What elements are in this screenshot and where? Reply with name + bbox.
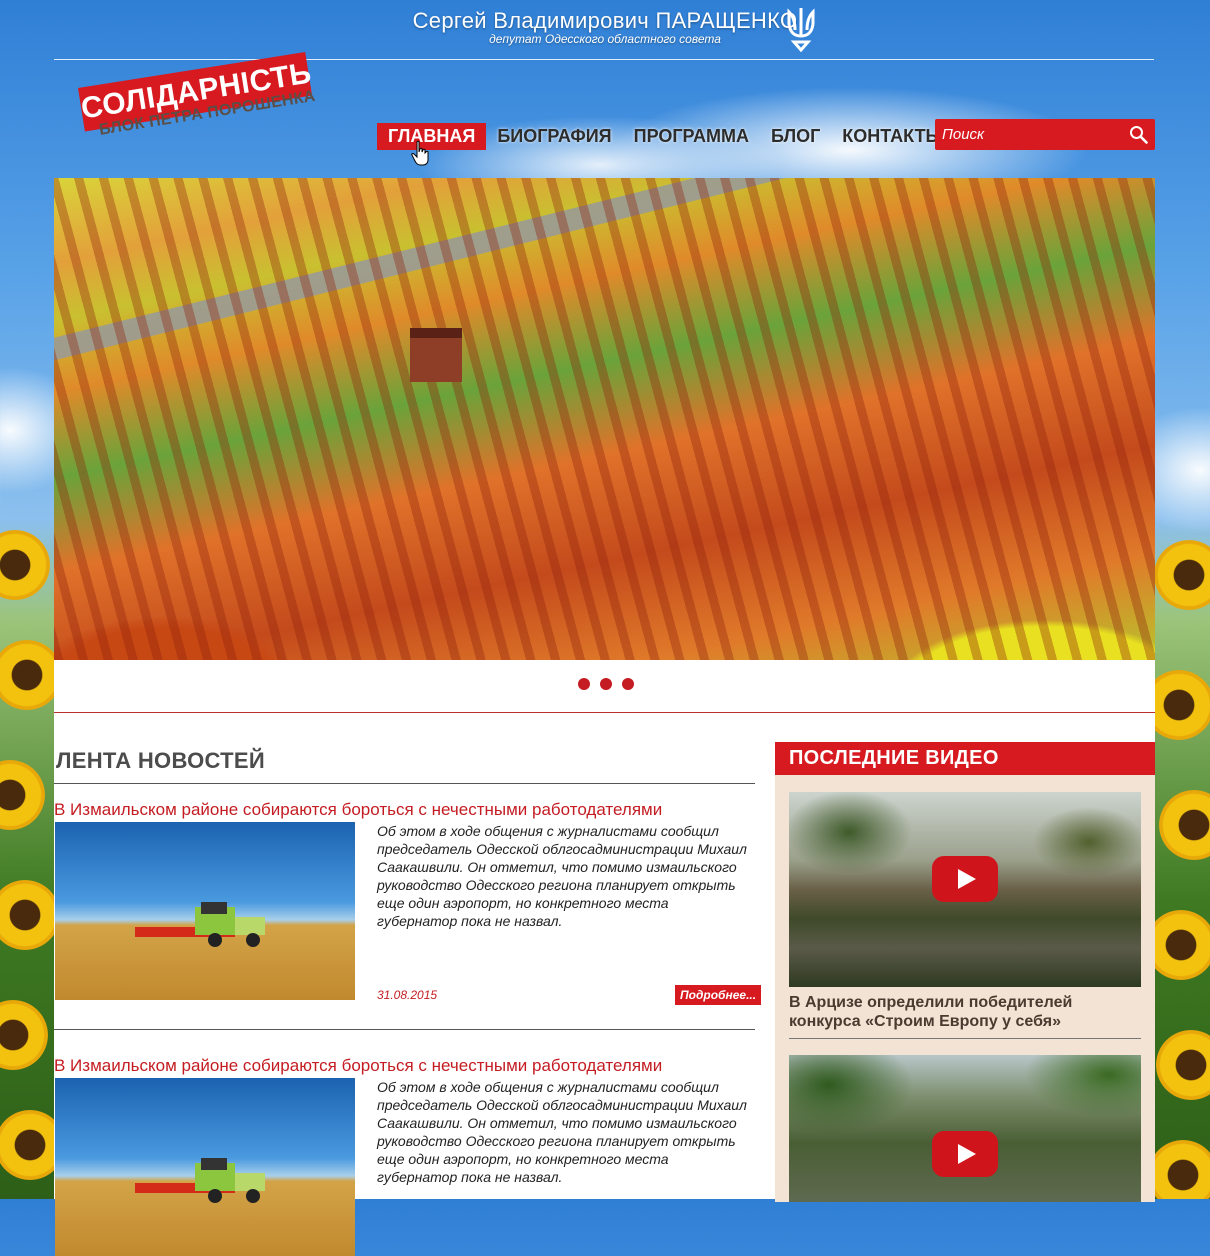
play-icon[interactable] [932, 856, 998, 902]
article-image[interactable] [55, 822, 355, 1000]
videos-heading: ПОСЛЕДНИЕ ВИДЕО [775, 742, 1155, 775]
article-image[interactable] [55, 1078, 355, 1256]
article-text: Об этом в ходе общения с журналистами со… [377, 823, 747, 929]
article-title[interactable]: В Измаильском районе собираются бороться… [54, 1056, 755, 1076]
slider-dots [578, 678, 634, 690]
main-nav: ГЛАВНАЯ БИОГРАФИЯ ПРОГРАММА БЛОГ КОНТАКТ… [377, 123, 954, 150]
video-divider [789, 1038, 1141, 1039]
article-title[interactable]: В Измаильском районе собираются бороться… [54, 800, 755, 820]
article-date: 31.08.2015 [377, 988, 438, 1002]
deputy-name: Сергей Владимирович ПАРАЩЕНКО [412, 8, 798, 33]
search-icon[interactable] [1129, 125, 1148, 144]
deputy-position: депутат Одесского областного совета [489, 32, 721, 46]
main-container: ЛЕНТА НОВОСТЕЙ В Измаильском районе соби… [54, 178, 1155, 1256]
video-item [789, 1055, 1141, 1202]
news-article: В Измаильском районе собираются бороться… [54, 800, 762, 1030]
site-header: Сергей Владимирович ПАРАЩЕНКО депутат Од… [0, 8, 1210, 46]
slider-divider [54, 712, 1155, 713]
nav-item-biography[interactable]: БИОГРАФИЯ [486, 123, 622, 150]
search-box [935, 119, 1155, 150]
news-heading-divider [54, 783, 755, 784]
slider-dot[interactable] [578, 678, 590, 690]
search-input[interactable] [935, 125, 1124, 144]
nav-item-home[interactable]: ГЛАВНАЯ [377, 123, 487, 150]
sunflower-decoration-left [0, 520, 54, 1199]
video-caption[interactable]: В Арцизе определили победителей конкурса… [789, 993, 1141, 1031]
video-item: В Арцизе определили победителей конкурса… [789, 792, 1141, 1039]
article-text: Об этом в ходе общения с журналистами со… [377, 1079, 747, 1185]
trident-icon [787, 8, 815, 52]
article-divider [54, 1029, 755, 1030]
cursor-icon [411, 140, 429, 166]
hero-slider-image[interactable] [54, 178, 1155, 660]
slider-dot[interactable] [600, 678, 612, 690]
videos-sidebar: ПОСЛЕДНИЕ ВИДЕО В Арцизе определили побе… [775, 742, 1155, 1202]
party-logo[interactable]: СОЛІДАРНІСТЬ БЛОК ПЕТРА ПОРОШЕНКА [78, 52, 318, 160]
nav-item-blog[interactable]: БЛОГ [760, 123, 831, 150]
play-icon[interactable] [932, 1131, 998, 1177]
news-heading: ЛЕНТА НОВОСТЕЙ [56, 748, 265, 773]
hero-vineyard-rows [54, 178, 1155, 660]
news-article: В Измаильском районе собираются бороться… [54, 1056, 755, 1256]
hero-house [410, 328, 462, 382]
header-divider [54, 59, 1154, 60]
combine-harvester-image [135, 1158, 265, 1203]
video-thumbnail[interactable] [789, 792, 1141, 987]
combine-harvester-image [135, 902, 265, 947]
video-thumbnail[interactable] [789, 1055, 1141, 1202]
sunflower-decoration-right [1154, 520, 1210, 1199]
read-more-button[interactable]: Подробнее... [675, 985, 762, 1005]
nav-item-program[interactable]: ПРОГРАММА [623, 123, 760, 150]
slider-dot[interactable] [622, 678, 634, 690]
